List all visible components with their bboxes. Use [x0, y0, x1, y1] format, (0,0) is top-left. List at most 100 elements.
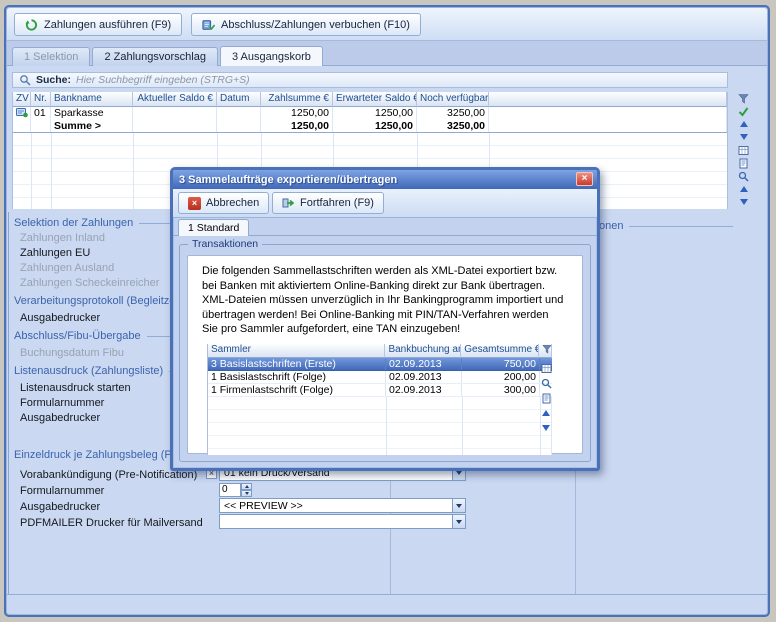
label-pdfmailer-drucker: PDFMAILER Drucker für Mailversand — [20, 517, 203, 529]
summary-noch-verfuegbar: 3250,00 — [417, 120, 489, 132]
label-buchungsdatum-fibu: Buchungsdatum Fibu — [20, 347, 124, 359]
zoom-icon[interactable] — [540, 377, 553, 389]
col-sammler[interactable]: Sammler — [208, 344, 385, 358]
scroll-up-icon[interactable] — [737, 118, 750, 130]
filter-icon[interactable] — [539, 344, 552, 358]
transaktionen-groupbox: Transaktionen Die folgenden Sammellastsc… — [179, 244, 591, 462]
cancel-button[interactable]: × Abbrechen — [178, 192, 269, 214]
col-aktueller-saldo[interactable]: Aktueller Saldo € — [133, 92, 217, 107]
search-icon — [18, 74, 31, 86]
continue-icon — [282, 197, 295, 209]
sammler-row[interactable]: 3 Basislastschriften (Erste) 02.09.2013 … — [208, 358, 552, 371]
label-formularnummer-einzeldruck: Formularnummer — [20, 485, 104, 497]
scroll-up-icon[interactable] — [540, 407, 553, 419]
grid-view-icon[interactable] — [737, 144, 750, 156]
main-toolbar: Zahlungen ausführen (F9) Abschluss/Zahlu… — [7, 8, 767, 41]
col-gesamtsumme[interactable]: Gesamtsumme € — [461, 344, 539, 358]
bottom-separator-line — [7, 594, 767, 595]
label-zahlungen-ausland: Zahlungen Ausland — [20, 262, 114, 274]
filter-icon[interactable] — [737, 92, 750, 104]
tabstrip: 1 Selektion 2 Zahlungsvorschlag 3 Ausgan… — [12, 47, 323, 67]
cell-nr: 01 — [31, 107, 51, 120]
label-formularnummer-liste: Formularnummer — [20, 397, 104, 409]
dialog-titlebar[interactable]: 3 Sammelaufträge exportieren/übertragen … — [173, 170, 597, 189]
sammler-table-empty-rows — [208, 397, 552, 455]
screen: Zahlungen ausführen (F9) Abschluss/Zahlu… — [0, 0, 776, 622]
col-zahlsumme[interactable]: Zahlsumme € — [261, 92, 333, 107]
col-bankname[interactable]: Bankname — [51, 92, 133, 107]
spinner-up-icon[interactable] — [241, 483, 252, 490]
cell-erwarteter-saldo: 1250,00 — [333, 107, 417, 120]
book-ledger-icon — [202, 19, 215, 31]
cancel-icon: × — [188, 197, 201, 210]
label-listenausdruck-starten: Listenausdruck starten — [20, 382, 131, 394]
page-up-icon[interactable] — [737, 183, 750, 195]
cell-zahlsumme: 1250,00 — [261, 107, 333, 120]
sammler-row[interactable]: 1 Firmenlastschrift (Folge) 02.09.2013 3… — [208, 384, 552, 397]
sammler-table: Sammler Bankbuchung am Gesamtsumme € 3 B… — [207, 344, 552, 455]
export-dialog: 3 Sammelaufträge exportieren/übertragen … — [170, 167, 600, 471]
book-payments-button[interactable]: Abschluss/Zahlungen verbuchen (F10) — [191, 13, 421, 36]
dialog-side-toolbar — [539, 362, 553, 434]
execute-payments-button[interactable]: Zahlungen ausführen (F9) — [14, 13, 182, 36]
cell-aktueller-saldo — [133, 107, 217, 120]
dialog-title: 3 Sammelaufträge exportieren/übertragen — [179, 174, 397, 186]
col-nr[interactable]: Nr. — [31, 92, 51, 107]
label-ausgabedrucker-liste: Ausgabedrucker — [20, 412, 100, 424]
col-bankbuchung[interactable]: Bankbuchung am — [385, 344, 461, 358]
label-ausgabedrucker-einzeldruck: Ausgabedrucker — [20, 501, 100, 513]
label-zahlungen-scheckeinreicher: Zahlungen Scheckeinreicher — [20, 277, 159, 289]
spinner-down-icon[interactable] — [241, 490, 252, 497]
dropdown-arrow-icon[interactable] — [452, 499, 465, 512]
label-vorabankuendigung: Vorabankündigung (Pre-Notification) — [20, 469, 197, 481]
left-rule-line — [8, 212, 9, 594]
col-erwarteter-saldo[interactable]: Erwarteter Saldo € — [333, 92, 417, 107]
grid-view-icon[interactable] — [540, 362, 553, 374]
formularnummer-input[interactable]: 0 — [219, 483, 241, 497]
zoom-icon[interactable] — [737, 170, 750, 182]
dropdown-arrow-icon[interactable] — [452, 515, 465, 528]
dialog-message: Die folgenden Sammellastschriften werden… — [202, 264, 566, 337]
formularnummer-spinner[interactable] — [241, 483, 252, 497]
label-zahlungen-eu: Zahlungen EU — [20, 247, 90, 259]
summary-zahlsumme: 1250,00 — [261, 120, 333, 132]
report-icon[interactable] — [737, 157, 750, 169]
pdfmailer-combo[interactable] — [219, 514, 466, 529]
bank-table-summary-row: Summe > 1250,00 1250,00 3250,00 — [13, 120, 727, 133]
summary-erwarteter-saldo: 1250,00 — [333, 120, 417, 132]
page-down-icon[interactable] — [737, 196, 750, 208]
dialog-tab-standard[interactable]: 1 Standard — [178, 219, 249, 236]
dialog-toolbar: × Abbrechen Fortfahren (F9) — [173, 189, 597, 218]
dialog-tabrow: 1 Standard — [173, 218, 597, 236]
confirm-icon[interactable] — [737, 105, 750, 117]
scroll-down-icon[interactable] — [540, 422, 553, 434]
label-zahlungen-inland: Zahlungen Inland — [20, 232, 105, 244]
col-zv[interactable]: ZV — [13, 92, 31, 107]
label-ausgabedrucker-protokoll: Ausgabedrucker — [20, 312, 100, 324]
tab-ausgangskorb[interactable]: 3 Ausgangskorb — [220, 46, 323, 66]
sammler-table-header[interactable]: Sammler Bankbuchung am Gesamtsumme € — [208, 344, 552, 358]
search-placeholder: Hier Suchbegriff eingeben (STRG+S) — [76, 74, 250, 86]
search-bar[interactable]: Suche: Hier Suchbegriff eingeben (STRG+S… — [12, 72, 728, 88]
tab-zahlungsvorschlag[interactable]: 2 Zahlungsvorschlag — [92, 47, 218, 66]
bank-table-row[interactable]: 01 Sparkasse 1250,00 1250,00 3250,00 — [13, 107, 727, 120]
execute-payments-icon — [25, 19, 38, 31]
sammler-row[interactable]: 1 Basislastschrift (Folge) 02.09.2013 20… — [208, 371, 552, 384]
col-datum[interactable]: Datum — [217, 92, 261, 107]
groupbox-title: Transaktionen — [188, 238, 262, 250]
close-icon[interactable]: × — [576, 172, 593, 186]
tab-selektion[interactable]: 1 Selektion — [12, 47, 90, 66]
search-label: Suche: — [36, 74, 71, 86]
ausgabedrucker-combo[interactable]: << PREVIEW >> — [219, 498, 466, 513]
execute-payments-label: Zahlungen ausführen (F9) — [44, 19, 171, 31]
cell-noch-verfuegbar: 3250,00 — [417, 107, 489, 120]
cell-datum — [217, 107, 261, 120]
col-filler — [489, 92, 727, 107]
report-icon[interactable] — [540, 392, 553, 404]
scroll-down-icon[interactable] — [737, 131, 750, 143]
col-noch-verfuegbar[interactable]: Noch verfügbar € — [417, 92, 489, 107]
summary-label: Summe > — [51, 120, 133, 132]
bank-table-header[interactable]: ZV Nr. Bankname Aktueller Saldo € Datum … — [13, 92, 727, 107]
continue-button[interactable]: Fortfahren (F9) — [272, 192, 384, 214]
payment-type-icon — [13, 107, 31, 120]
